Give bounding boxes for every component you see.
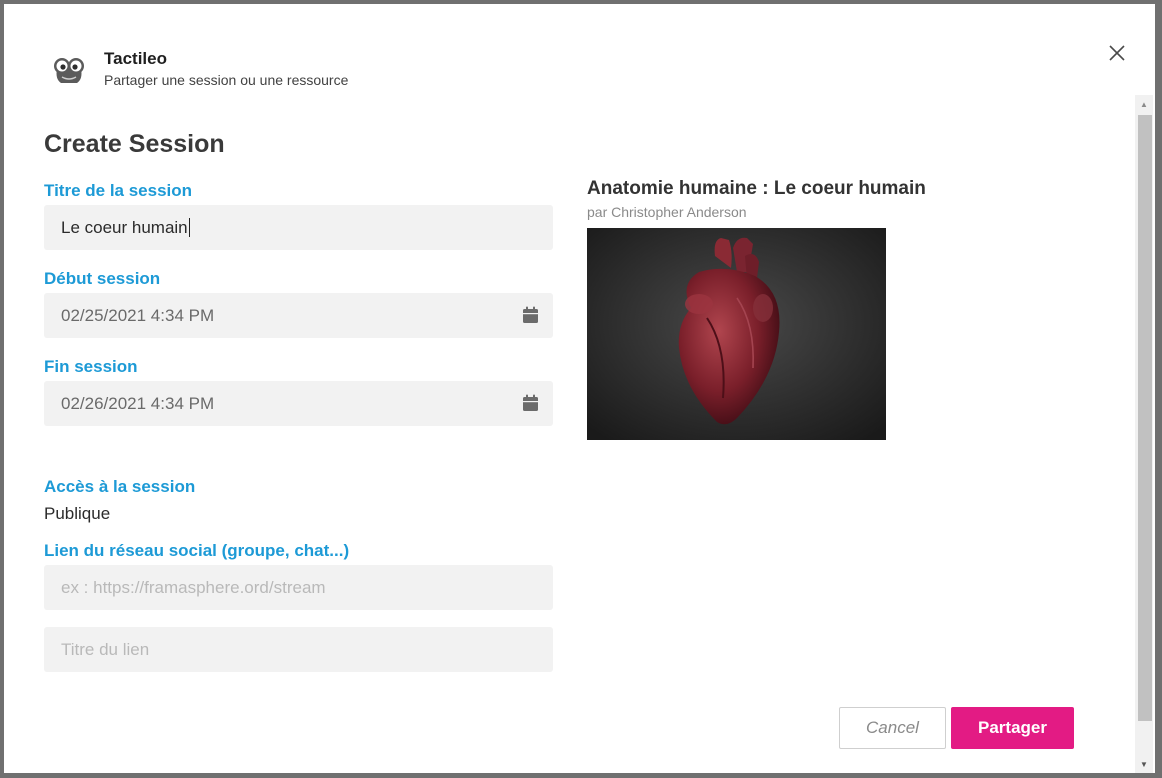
social-link-placeholder: ex : https://framasphere.ord/stream: [61, 577, 326, 597]
calendar-icon[interactable]: [522, 306, 539, 324]
session-title-value: Le coeur humain: [61, 217, 188, 237]
share-button[interactable]: Partager: [951, 707, 1074, 749]
tactileo-logo-icon: [51, 51, 87, 91]
start-date-value: 02/25/2021 4:34 PM: [61, 305, 215, 325]
social-link-input[interactable]: ex : https://framasphere.ord/stream: [44, 565, 553, 610]
cancel-button[interactable]: Cancel: [839, 707, 946, 749]
scroll-up-arrow-icon[interactable]: ▲: [1135, 95, 1153, 113]
scrollbar-thumb[interactable]: [1138, 115, 1152, 721]
link-title-input[interactable]: Titre du lien: [44, 627, 553, 672]
calendar-icon[interactable]: [522, 394, 539, 412]
close-icon[interactable]: [1106, 42, 1128, 64]
access-label: Accès à la session: [44, 477, 196, 496]
social-link-label: Lien du réseau social (groupe, chat...): [44, 541, 350, 560]
start-date-label: Début session: [44, 269, 161, 288]
session-title-label: Titre de la session: [44, 181, 193, 200]
resource-thumbnail: [587, 228, 886, 440]
text-caret: [188, 218, 190, 237]
link-title-placeholder: Titre du lien: [61, 639, 150, 659]
resource-author: par Christopher Anderson: [587, 204, 747, 220]
resource-title: Anatomie humaine : Le coeur humain: [587, 178, 926, 199]
share-dialog: Tactileo Partager une session ou une res…: [4, 4, 1155, 773]
start-date-input[interactable]: 02/25/2021 4:34 PM: [44, 293, 553, 338]
app-name: Tactileo: [104, 49, 167, 68]
end-date-input[interactable]: 02/26/2021 4:34 PM: [44, 381, 553, 426]
end-date-value: 02/26/2021 4:34 PM: [61, 393, 215, 413]
access-value: Publique: [44, 504, 111, 523]
vertical-scrollbar[interactable]: ▲ ▼: [1135, 95, 1153, 773]
dialog-title: Create Session: [44, 130, 225, 158]
scroll-down-arrow-icon[interactable]: ▼: [1135, 755, 1153, 773]
end-date-label: Fin session: [44, 357, 138, 376]
app-subtitle: Partager une session ou une ressource: [104, 72, 349, 88]
session-title-input[interactable]: Le coeur humain: [44, 205, 553, 250]
